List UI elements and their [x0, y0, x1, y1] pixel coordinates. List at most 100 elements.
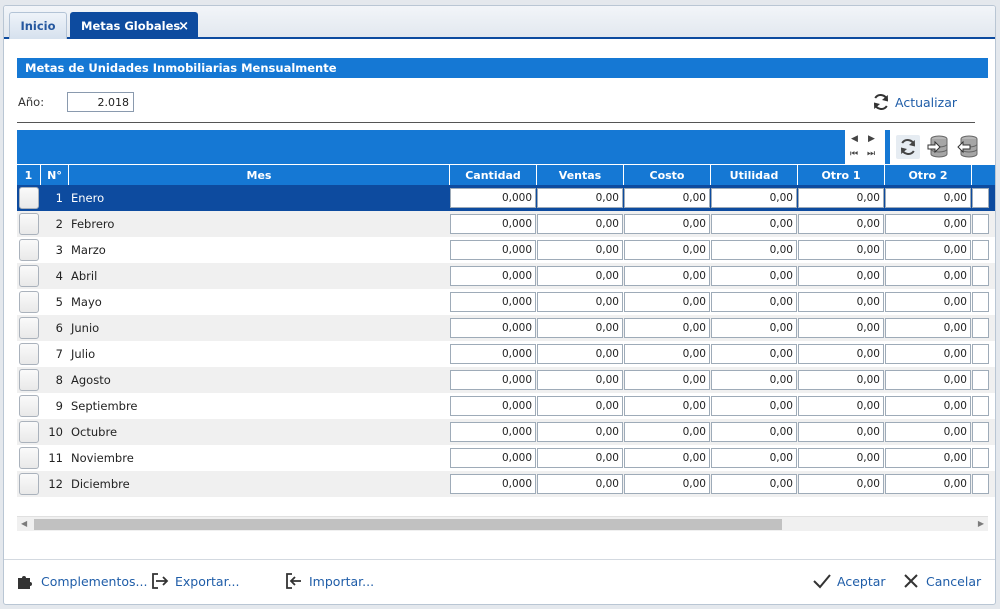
table-row[interactable]: 11 Noviembre 0,000 0,00 0,00 0,00 0,00 0,00: [17, 445, 995, 471]
row-selector[interactable]: [17, 367, 41, 393]
ventas-input[interactable]: 0,00: [537, 448, 623, 468]
cantidad-input[interactable]: 0,000: [450, 422, 536, 442]
aceptar-button[interactable]: Aceptar: [812, 571, 886, 591]
otro2-input[interactable]: 0,00: [885, 188, 971, 208]
ventas-input[interactable]: 0,00: [537, 474, 623, 494]
utilidad-input[interactable]: 0,00: [711, 214, 797, 234]
utilidad-input[interactable]: 0,00: [711, 240, 797, 260]
table-row[interactable]: 2 Febrero 0,000 0,00 0,00 0,00 0,00 0,00: [17, 211, 995, 237]
costo-input[interactable]: 0,00: [624, 422, 710, 442]
exportar-button[interactable]: Exportar...: [150, 571, 240, 591]
partial-input[interactable]: [972, 292, 989, 312]
ventas-input[interactable]: 0,00: [537, 344, 623, 364]
row-selector-box[interactable]: [19, 369, 39, 391]
header-sel[interactable]: 1: [17, 165, 41, 185]
table-row[interactable]: 12 Diciembre 0,000 0,00 0,00 0,00 0,00 0,00: [17, 471, 995, 497]
database-export-button[interactable]: [926, 135, 950, 159]
row-selector-box[interactable]: [19, 291, 39, 313]
grid-refresh-button[interactable]: [896, 135, 920, 159]
table-row[interactable]: 10 Octubre 0,000 0,00 0,00 0,00 0,00 0,00: [17, 419, 995, 445]
otro2-input[interactable]: 0,00: [885, 474, 971, 494]
complementos-button[interactable]: Complementos...: [16, 571, 147, 591]
table-row[interactable]: 3 Marzo 0,000 0,00 0,00 0,00 0,00 0,00: [17, 237, 995, 263]
scroll-thumb[interactable]: [34, 519, 782, 530]
cancelar-button[interactable]: Cancelar: [901, 571, 981, 591]
row-selector[interactable]: [17, 393, 41, 419]
costo-input[interactable]: 0,00: [624, 448, 710, 468]
row-selector[interactable]: [17, 263, 41, 289]
row-selector[interactable]: [17, 471, 41, 497]
table-row[interactable]: 6 Junio 0,000 0,00 0,00 0,00 0,00 0,00: [17, 315, 995, 341]
utilidad-input[interactable]: 0,00: [711, 266, 797, 286]
partial-input[interactable]: [972, 370, 989, 390]
last-arrow-icon[interactable]: ⏭: [867, 150, 875, 159]
anio-input[interactable]: [67, 92, 134, 112]
otro1-input[interactable]: 0,00: [798, 188, 884, 208]
row-selector[interactable]: [17, 289, 41, 315]
header-otro2[interactable]: Otro 2: [885, 165, 972, 185]
ventas-input[interactable]: 0,00: [537, 214, 623, 234]
row-selector-box[interactable]: [19, 421, 39, 443]
header-n[interactable]: N°: [41, 165, 69, 185]
cantidad-input[interactable]: 0,000: [450, 318, 536, 338]
database-import-button[interactable]: [956, 135, 980, 159]
row-selector-box[interactable]: [19, 473, 39, 495]
otro2-input[interactable]: 0,00: [885, 266, 971, 286]
utilidad-input[interactable]: 0,00: [711, 344, 797, 364]
otro1-input[interactable]: 0,00: [798, 370, 884, 390]
header-utilidad[interactable]: Utilidad: [711, 165, 798, 185]
header-otro1[interactable]: Otro 1: [798, 165, 885, 185]
otro1-input[interactable]: 0,00: [798, 240, 884, 260]
otro2-input[interactable]: 0,00: [885, 370, 971, 390]
ventas-input[interactable]: 0,00: [537, 188, 623, 208]
row-selector[interactable]: [17, 185, 41, 211]
partial-input[interactable]: [972, 240, 989, 260]
costo-input[interactable]: 0,00: [624, 396, 710, 416]
otro2-input[interactable]: 0,00: [885, 292, 971, 312]
utilidad-input[interactable]: 0,00: [711, 318, 797, 338]
ventas-input[interactable]: 0,00: [537, 370, 623, 390]
ventas-input[interactable]: 0,00: [537, 422, 623, 442]
nav-arrows-icon[interactable]: ◀ ▶ ⏮ ⏭: [845, 130, 885, 164]
row-selector[interactable]: [17, 419, 41, 445]
row-selector-box[interactable]: [19, 213, 39, 235]
otro2-input[interactable]: 0,00: [885, 318, 971, 338]
otro1-input[interactable]: 0,00: [798, 214, 884, 234]
row-selector-box[interactable]: [19, 395, 39, 417]
costo-input[interactable]: 0,00: [624, 240, 710, 260]
scroll-left-icon[interactable]: ◀: [21, 519, 27, 528]
cantidad-input[interactable]: 0,000: [450, 240, 536, 260]
costo-input[interactable]: 0,00: [624, 344, 710, 364]
first-arrow-icon[interactable]: ⏮: [850, 150, 858, 159]
utilidad-input[interactable]: 0,00: [711, 396, 797, 416]
otro1-input[interactable]: 0,00: [798, 292, 884, 312]
ventas-input[interactable]: 0,00: [537, 240, 623, 260]
header-cantidad[interactable]: Cantidad: [450, 165, 537, 185]
partial-input[interactable]: [972, 188, 989, 208]
cantidad-input[interactable]: 0,000: [450, 474, 536, 494]
costo-input[interactable]: 0,00: [624, 214, 710, 234]
costo-input[interactable]: 0,00: [624, 266, 710, 286]
partial-input[interactable]: [972, 396, 989, 416]
cantidad-input[interactable]: 0,000: [450, 344, 536, 364]
costo-input[interactable]: 0,00: [624, 292, 710, 312]
tab-inicio[interactable]: Inicio: [9, 12, 67, 39]
otro1-input[interactable]: 0,00: [798, 318, 884, 338]
otro2-input[interactable]: 0,00: [885, 344, 971, 364]
cantidad-input[interactable]: 0,000: [450, 214, 536, 234]
table-row[interactable]: 4 Abril 0,000 0,00 0,00 0,00 0,00 0,00: [17, 263, 995, 289]
cantidad-input[interactable]: 0,000: [450, 266, 536, 286]
cantidad-input[interactable]: 0,000: [450, 370, 536, 390]
utilidad-input[interactable]: 0,00: [711, 474, 797, 494]
table-row[interactable]: 7 Julio 0,000 0,00 0,00 0,00 0,00 0,00: [17, 341, 995, 367]
otro1-input[interactable]: 0,00: [798, 474, 884, 494]
cantidad-input[interactable]: 0,000: [450, 292, 536, 312]
cantidad-input[interactable]: 0,000: [450, 448, 536, 468]
row-selector-box[interactable]: [19, 343, 39, 365]
utilidad-input[interactable]: 0,00: [711, 422, 797, 442]
utilidad-input[interactable]: 0,00: [711, 448, 797, 468]
partial-input[interactable]: [972, 474, 989, 494]
otro2-input[interactable]: 0,00: [885, 214, 971, 234]
table-row[interactable]: 9 Septiembre 0,000 0,00 0,00 0,00 0,00 0,00: [17, 393, 995, 419]
row-selector[interactable]: [17, 445, 41, 471]
